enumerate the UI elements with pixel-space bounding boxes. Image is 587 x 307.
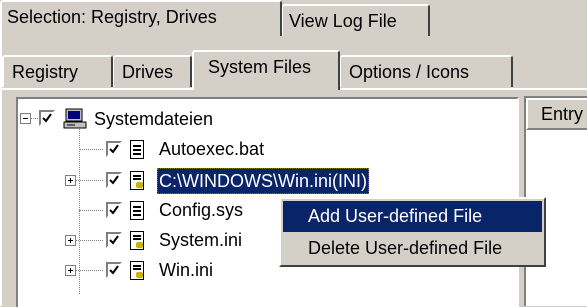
tree-node-label: Autoexec.bat [159, 139, 265, 159]
menu-item-add-user-defined-file[interactable]: Add User-defined File [283, 201, 542, 232]
checkbox[interactable] [106, 232, 122, 248]
ini-file-icon [130, 171, 144, 190]
tree-node-win-ini-path[interactable]: C:\WINDOWS\Win.ini(INI) [18, 167, 498, 197]
checkbox[interactable] [39, 110, 55, 126]
menu-item-label: Delete User-defined File [308, 238, 503, 258]
ini-file-icon [130, 261, 144, 280]
tree-connector [31, 118, 38, 120]
tab-options-icons[interactable]: Options / Icons [340, 55, 513, 87]
subtab-row-divider-right [340, 88, 587, 90]
expand-icon[interactable] [65, 175, 76, 186]
ini-file-icon [130, 231, 144, 250]
tab-drives[interactable]: Drives [113, 55, 192, 87]
tab-label: Drives [122, 62, 174, 82]
tree-connector [76, 240, 103, 242]
tab-label: Registry [12, 62, 79, 82]
tab-registry[interactable]: Registry [2, 55, 113, 87]
tree-connector [76, 180, 103, 182]
tab-label: Selection: Registry, Drives [7, 7, 217, 27]
tab-selection-registry-drives[interactable]: Selection: Registry, Drives [0, 0, 282, 36]
tree-connector [79, 149, 103, 151]
tree-node-label: Systemdateien [94, 109, 214, 129]
subtab-row-divider [2, 88, 192, 90]
tab-label: View Log File [289, 11, 397, 31]
checkbox[interactable] [106, 172, 122, 188]
computer-icon [63, 108, 87, 129]
expand-icon[interactable] [65, 265, 76, 276]
tab-system-files[interactable]: System Files [192, 50, 340, 90]
menu-item-delete-user-defined-file[interactable]: Delete User-defined File [283, 233, 542, 264]
column-header-entry[interactable]: Entry [526, 98, 587, 130]
tab-view-log-file[interactable]: View Log File [282, 4, 430, 36]
tab-label: System Files [208, 57, 312, 77]
context-menu: Add User-defined File Delete User-define… [279, 197, 546, 267]
tree-node-label: Config.sys [159, 200, 244, 220]
checkbox[interactable] [106, 141, 122, 157]
tree-connector [79, 210, 103, 212]
tree-node-label: System.ini [159, 230, 243, 250]
column-header-label: Entry [541, 104, 584, 124]
text-file-icon [130, 140, 144, 159]
tree-node-autoexec[interactable]: Autoexec.bat [18, 137, 498, 167]
tab-label: Options / Icons [349, 62, 470, 82]
collapse-icon[interactable] [20, 113, 31, 124]
tree-node-label: Win.ini [159, 260, 214, 280]
tree-node-root[interactable]: Systemdateien [18, 107, 498, 137]
menu-item-label: Add User-defined File [308, 206, 483, 226]
tree-connector [76, 270, 103, 272]
checkbox[interactable] [106, 202, 122, 218]
text-file-icon [130, 201, 144, 220]
expand-icon[interactable] [65, 235, 76, 246]
tree-node-label-selected: C:\WINDOWS\Win.ini(INI) [157, 168, 369, 194]
checkbox[interactable] [106, 262, 122, 278]
